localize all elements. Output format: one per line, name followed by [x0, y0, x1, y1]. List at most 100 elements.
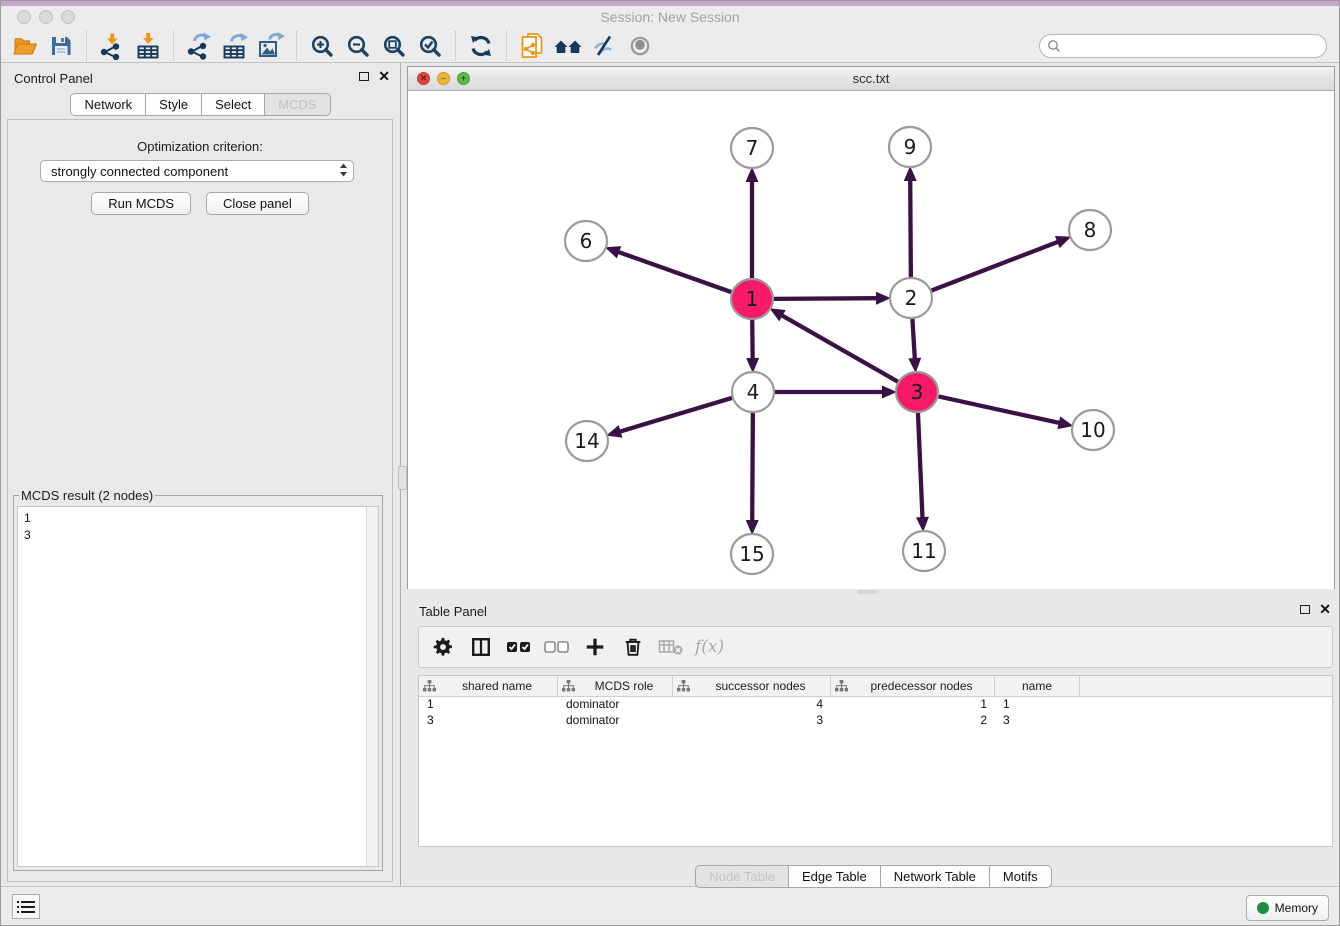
control-panel-tabs: NetworkStyleSelectMCDS: [1, 93, 400, 116]
vertical-split-handle[interactable]: [398, 466, 407, 490]
edge-4-15[interactable]: [752, 413, 753, 521]
tab-select[interactable]: Select: [201, 93, 265, 116]
table-header-row: shared nameMCDS rolesuccessor nodesprede…: [419, 676, 1332, 697]
horizontal-split-handle[interactable]: [857, 590, 877, 594]
result-line: 3: [24, 527, 372, 544]
criterion-select[interactable]: strongly connected component: [40, 160, 354, 182]
run-mcds-button[interactable]: Run MCDS: [91, 192, 191, 215]
network-canvas[interactable]: 1234678910111415: [408, 91, 1334, 589]
table-tab-network-table[interactable]: Network Table: [880, 865, 990, 888]
graph-node-label-14: 14: [574, 429, 599, 453]
mcds-result-text[interactable]: 13: [17, 506, 379, 867]
graph-node-label-6: 6: [580, 229, 593, 253]
column-header-MCDS-role[interactable]: MCDS role: [558, 676, 673, 696]
edge-1-6[interactable]: [618, 252, 731, 292]
float-table-panel-icon[interactable]: [1300, 605, 1310, 614]
network-graph-svg[interactable]: 1234678910111415: [408, 91, 1334, 589]
cell: dominator: [558, 697, 673, 713]
table-tab-edge-table[interactable]: Edge Table: [788, 865, 881, 888]
table-toolbar: f(x): [418, 626, 1333, 668]
table-tab-motifs[interactable]: Motifs: [989, 865, 1052, 888]
show-eye-icon[interactable]: [622, 30, 658, 62]
cell: dominator: [558, 713, 673, 729]
application-window: Session: New Session: [0, 0, 1340, 926]
graph-node-label-15: 15: [739, 542, 764, 566]
zoom-out-icon[interactable]: [340, 30, 376, 62]
cell: 1: [419, 697, 558, 713]
export-network-icon[interactable]: [181, 30, 217, 62]
tab-style[interactable]: Style: [145, 93, 202, 116]
table-panel-title: Table Panel: [419, 604, 487, 619]
export-table-icon[interactable]: [217, 30, 253, 62]
split-table-icon[interactable]: [467, 632, 495, 662]
export-image-icon[interactable]: [253, 30, 289, 62]
mcds-tab-content: Optimization criterion: strongly connect…: [7, 119, 393, 882]
gear-icon[interactable]: [429, 632, 457, 662]
graph-node-label-8: 8: [1084, 218, 1097, 242]
column-header-name[interactable]: name: [995, 676, 1080, 696]
float-panel-icon[interactable]: [359, 72, 369, 81]
memory-button[interactable]: Memory: [1246, 895, 1329, 921]
zoom-fit-icon[interactable]: [376, 30, 412, 62]
import-table-icon[interactable]: [130, 30, 166, 62]
edge-3-11[interactable]: [918, 413, 923, 518]
cell: 1: [995, 697, 1080, 713]
mcds-result-title: MCDS result (2 nodes): [19, 488, 155, 503]
tab-network[interactable]: Network: [70, 93, 146, 116]
delete-column-icon[interactable]: [619, 632, 647, 662]
cell: 3: [673, 713, 831, 729]
network-window-titlebar[interactable]: ✕ – + scc.txt: [408, 67, 1334, 91]
status-bar: Memory: [1, 886, 1339, 925]
graph-node-label-7: 7: [746, 136, 759, 160]
tab-mcds[interactable]: MCDS: [264, 93, 330, 116]
search-box[interactable]: [1039, 34, 1327, 58]
zoom-in-icon[interactable]: [304, 30, 340, 62]
column-header-shared-name[interactable]: shared name: [419, 676, 558, 696]
control-panel: Control Panel ✕ NetworkStyleSelectMCDS O…: [1, 63, 401, 889]
table-panel-tabs: Node TableEdge TableNetwork TableMotifs: [406, 865, 1340, 888]
table-panel: Table Panel ✕: [406, 596, 1340, 889]
search-input[interactable]: [1061, 38, 1326, 54]
search-icon: [1047, 39, 1061, 53]
edge-1-2[interactable]: [774, 298, 877, 299]
fx-label: f(x): [695, 637, 724, 657]
graph-node-label-10: 10: [1080, 418, 1105, 442]
select-all-icon[interactable]: [505, 632, 533, 662]
task-console-button[interactable]: [12, 894, 40, 919]
result-line: 1: [24, 510, 372, 527]
close-panel-button[interactable]: Close panel: [206, 192, 309, 215]
column-header-successor-nodes[interactable]: successor nodes: [673, 676, 831, 696]
combobox-stepper-icon: [339, 163, 348, 180]
table-row[interactable]: 3dominator323: [419, 713, 1332, 729]
result-scrollbar[interactable]: [366, 507, 378, 866]
titlebar: Session: New Session: [1, 6, 1339, 29]
network-view-window: ✕ – + scc.txt 1234678910111415: [407, 66, 1335, 589]
close-table-panel-icon[interactable]: ✕: [1319, 603, 1331, 615]
zoom-selected-icon[interactable]: [412, 30, 448, 62]
add-column-icon[interactable]: [581, 632, 609, 662]
edge-3-10[interactable]: [939, 396, 1060, 423]
edge-3-1[interactable]: [782, 315, 898, 381]
clone-network-icon[interactable]: [514, 30, 550, 62]
column-header-predecessor-nodes[interactable]: predecessor nodes: [831, 676, 995, 696]
nested-networks-icon[interactable]: [550, 30, 586, 62]
node-table[interactable]: shared nameMCDS rolesuccessor nodesprede…: [418, 675, 1333, 847]
toolbar-separator: [506, 31, 507, 61]
edge-2-9[interactable]: [910, 180, 911, 277]
table-tab-node-table[interactable]: Node Table: [695, 865, 789, 888]
save-session-icon[interactable]: [43, 30, 79, 62]
table-row[interactable]: 1dominator411: [419, 697, 1332, 713]
hide-panel-icon[interactable]: [586, 30, 622, 62]
task-list-icon: [17, 900, 35, 914]
import-network-icon[interactable]: [94, 30, 130, 62]
graph-node-label-4: 4: [747, 380, 760, 404]
edge-2-8[interactable]: [932, 242, 1059, 291]
graph-node-label-3: 3: [911, 380, 924, 404]
edge-2-3[interactable]: [912, 319, 914, 359]
close-panel-icon[interactable]: ✕: [378, 70, 390, 82]
open-session-icon[interactable]: [7, 30, 43, 62]
graph-node-label-2: 2: [905, 286, 918, 310]
edge-4-14[interactable]: [620, 398, 732, 432]
refresh-layout-icon[interactable]: [463, 30, 499, 62]
deselect-all-icon[interactable]: [543, 632, 571, 662]
